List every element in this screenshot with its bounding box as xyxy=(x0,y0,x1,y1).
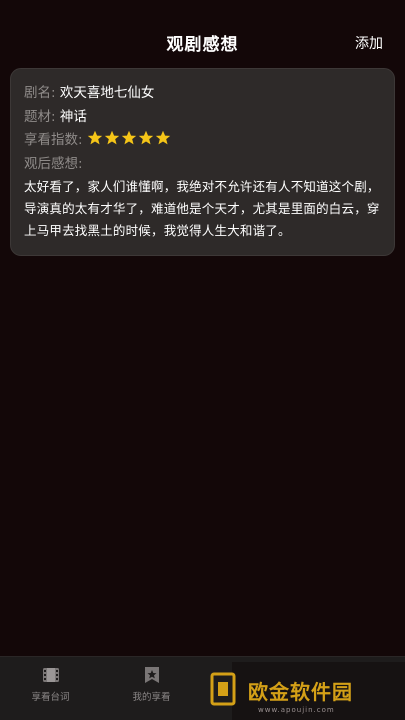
star-icon xyxy=(87,130,103,145)
rating-stars xyxy=(87,130,172,150)
star-icon xyxy=(121,130,137,145)
thoughts-label: 观后感想: xyxy=(24,156,83,172)
film-icon xyxy=(42,668,59,682)
page-title: 观剧感想 xyxy=(166,35,239,55)
star-icon xyxy=(155,130,171,145)
star-icon xyxy=(104,130,120,145)
rating-label: 享看指数: xyxy=(24,132,83,148)
drama-name-label: 剧名: xyxy=(24,85,56,101)
genre-row: 题材: 神话 xyxy=(24,105,87,125)
star-icon xyxy=(138,130,154,145)
tab-my-watch-label: 我的享看 xyxy=(132,692,171,703)
thoughts-text: 太好看了，家人们谁懂啊，我绝对不允许还有人不知道这个剧，导演真的太有才华了，难道… xyxy=(24,179,380,238)
watermark-url: www.apoujin.com xyxy=(258,706,335,714)
thoughts-row: 观后感想: xyxy=(24,152,83,172)
navigation-bar: 观剧感想 添加 xyxy=(0,0,405,64)
drama-name-row: 剧名: 欢天喜地七仙女 xyxy=(24,81,154,101)
tab-my-watch[interactable]: 我的享看 xyxy=(101,665,202,703)
drama-name-value: 欢天喜地七仙女 xyxy=(59,85,155,101)
add-button[interactable]: 添加 xyxy=(355,33,383,53)
genre-value: 神话 xyxy=(59,109,87,125)
watermark-logo-icon xyxy=(210,672,236,706)
tab-quotes[interactable]: 享看台词 xyxy=(0,665,101,703)
review-card[interactable]: 剧名: 欢天喜地七仙女 题材: 神话 享看指数: 观后感想: 太好看了，家人们谁… xyxy=(10,68,395,256)
rating-row: 享看指数: xyxy=(24,128,172,150)
watermark-text: 欧金软件园 xyxy=(248,680,353,704)
genre-label: 题材: xyxy=(24,109,56,125)
star-bookmark-icon xyxy=(144,667,159,683)
tab-quotes-label: 享看台词 xyxy=(31,692,70,703)
